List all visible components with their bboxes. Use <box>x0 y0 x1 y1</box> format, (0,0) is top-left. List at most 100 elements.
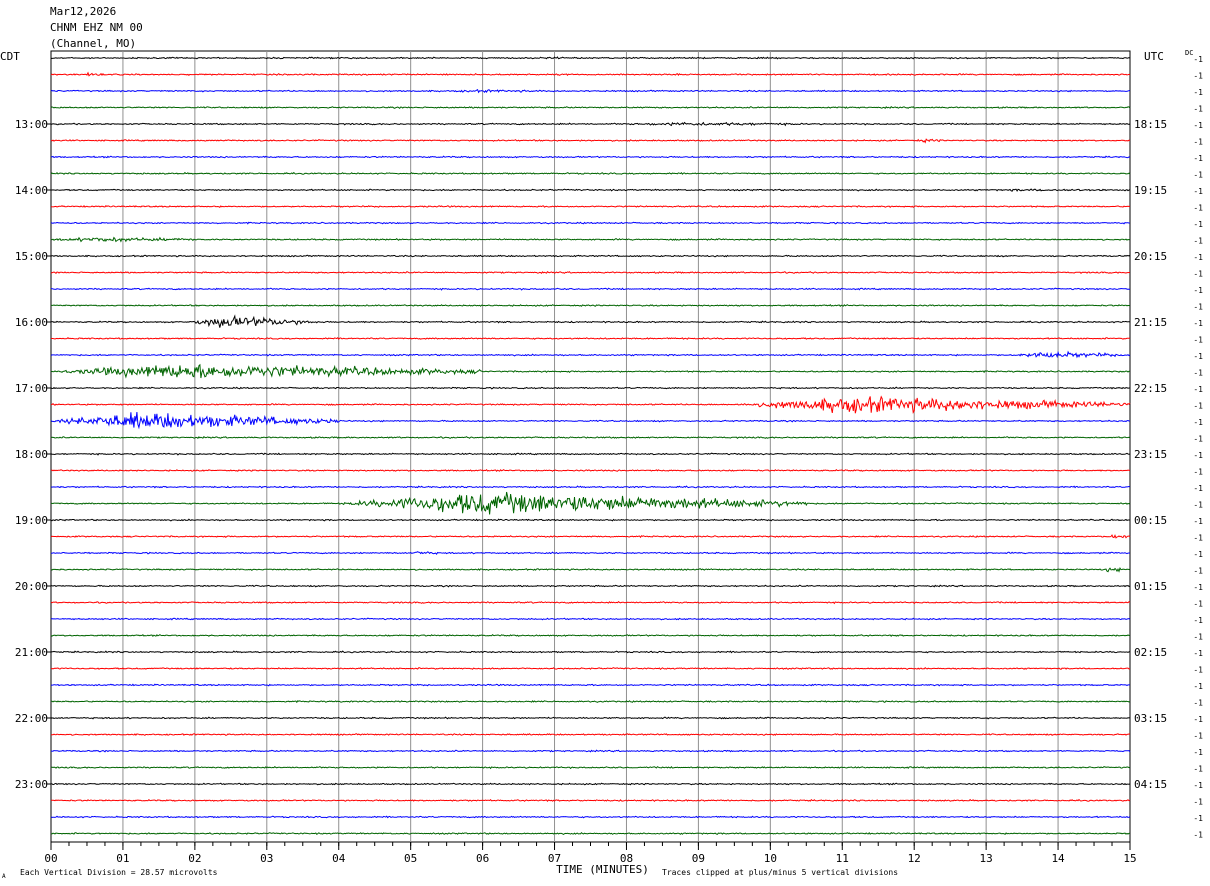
x-tick-label: 05 <box>404 852 417 865</box>
trace-line <box>50 106 1131 110</box>
trace-line <box>50 617 1131 621</box>
trace-line <box>50 491 1131 515</box>
right-hour-label: 19:15 <box>1134 184 1167 197</box>
left-hour-label: 14:00 <box>15 184 48 197</box>
trace-dc-value: -1 <box>1193 105 1203 114</box>
left-hour-label: 18:00 <box>15 448 48 461</box>
x-tick-label: 13 <box>980 852 993 865</box>
trace-line <box>50 56 1131 60</box>
seismogram-plot: 00 01 02 03 04 05 06 07 08 09 10 11 12 13 14 15TIME (MI… <box>15 50 1203 876</box>
trace-line <box>51 749 1131 753</box>
trace-dc-value: -1 <box>1193 781 1203 790</box>
trace-dc-value: -1 <box>1193 336 1203 345</box>
trace-line <box>50 121 1131 127</box>
trace-dc-value: -1 <box>1193 765 1203 774</box>
trace-line <box>50 336 1131 340</box>
trace-dc-value: -1 <box>1193 72 1203 81</box>
x-tick-label: 03 <box>260 852 273 865</box>
trace-line <box>50 584 1131 588</box>
trace-dc-value: -1 <box>1193 253 1203 262</box>
trace-dc-value: -1 <box>1193 583 1203 592</box>
trace-dc-value: -1 <box>1193 237 1203 246</box>
trace-line <box>50 436 1131 440</box>
trace-dc-value: -1 <box>1193 369 1203 378</box>
trace-line <box>50 236 1131 243</box>
trace-line <box>50 485 1131 489</box>
right-hour-label: 18:15 <box>1134 118 1167 131</box>
trace-dc-value: -1 <box>1193 220 1203 229</box>
trace-dc-value: -1 <box>1193 616 1203 625</box>
trace-dc-value: -1 <box>1193 154 1203 163</box>
trace-line <box>50 411 1131 430</box>
trace-dc-value: -1 <box>1193 798 1203 807</box>
trace-line <box>50 89 1131 94</box>
trace-line <box>50 534 1131 539</box>
x-tick-label: 02 <box>188 852 201 865</box>
left-hour-label: 17:00 <box>15 382 48 395</box>
x-axis-label: TIME (MINUTES) <box>556 863 649 876</box>
trace-line <box>51 395 1131 414</box>
trace-dc-value: -1 <box>1193 468 1203 477</box>
right-hour-label: 23:15 <box>1134 448 1167 461</box>
x-tick-label: 06 <box>476 852 489 865</box>
x-tick-label: 01 <box>116 852 129 865</box>
right-hour-label: 22:15 <box>1134 382 1167 395</box>
trace-dc-value: -1 <box>1193 451 1203 460</box>
right-hour-label: 20:15 <box>1134 250 1167 263</box>
trace-line <box>50 171 1131 175</box>
right-hour-label: 00:15 <box>1134 514 1167 527</box>
x-tick-label: 15 <box>1123 852 1136 865</box>
trace-dc-value: -1 <box>1193 682 1203 691</box>
trace-dc-value: -1 <box>1193 418 1203 427</box>
x-tick-label: 00 <box>44 852 57 865</box>
trace-dc-value: -1 <box>1193 517 1203 526</box>
trace-dc-value: -1 <box>1193 138 1203 147</box>
trace-line <box>50 766 1131 770</box>
plot-frame <box>50 50 1131 843</box>
trace-dc-value: -1 <box>1193 88 1203 97</box>
trace-line <box>50 798 1131 803</box>
trace-line <box>50 650 1131 654</box>
trace-line <box>50 518 1130 522</box>
trace-line <box>50 254 1131 258</box>
trace-dc-value: -1 <box>1193 319 1203 328</box>
left-hour-label: 13:00 <box>15 118 48 131</box>
right-hour-label: 01:15 <box>1134 580 1167 593</box>
trace-line <box>50 303 1131 307</box>
trace-dc-value: -1 <box>1193 567 1203 576</box>
left-hour-label: 15:00 <box>15 250 48 263</box>
x-tick-label: 11 <box>836 852 849 865</box>
trace-dc-value: -1 <box>1193 814 1203 823</box>
trace-dc-value: -1 <box>1193 649 1203 658</box>
left-hour-label: 20:00 <box>15 580 48 593</box>
trace-line <box>50 733 1131 736</box>
trace-line <box>50 287 1130 291</box>
trace-line <box>50 314 1131 328</box>
left-hour-label: 22:00 <box>15 712 48 725</box>
right-hour-label: 03:15 <box>1134 712 1167 725</box>
trace-dc-value: -1 <box>1193 666 1203 675</box>
x-tick-label: 09 <box>692 852 705 865</box>
trace-line <box>50 633 1131 638</box>
trace-line <box>50 188 1131 192</box>
trace-line <box>50 815 1131 819</box>
trace-line <box>50 386 1130 390</box>
trace-line <box>50 71 1131 77</box>
trace-dc-value: -1 <box>1193 732 1203 741</box>
trace-line <box>50 363 1130 379</box>
trace-dc-value: -1 <box>1193 748 1203 757</box>
trace-line <box>50 566 1131 573</box>
trace-line <box>50 468 1130 472</box>
trace-line <box>50 271 1130 275</box>
x-tick-label: 12 <box>908 852 921 865</box>
x-tick-label: 14 <box>1051 852 1065 865</box>
left-hour-label: 23:00 <box>15 778 48 791</box>
trace-line <box>50 700 1131 704</box>
trace-dc-value: -1 <box>1193 303 1203 312</box>
left-hour-label: 19:00 <box>15 514 48 527</box>
trace-dc-value: -1 <box>1193 715 1203 724</box>
trace-dc-value: -1 <box>1193 550 1203 559</box>
trace-line <box>50 221 1131 225</box>
trace-line <box>50 138 1131 144</box>
right-hour-label: 21:15 <box>1134 316 1167 329</box>
